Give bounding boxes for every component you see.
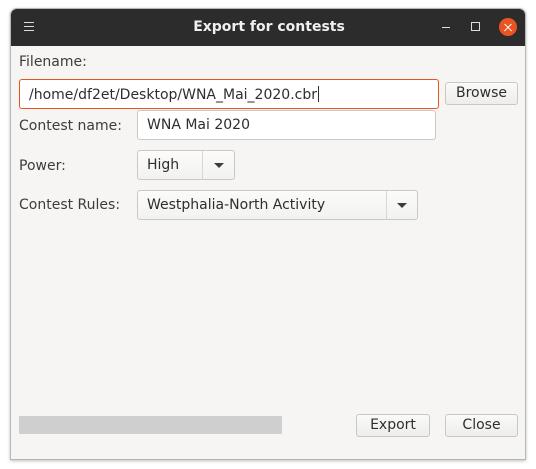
contest-rules-combo[interactable]: Westphalia-North Activity [137,190,418,220]
filename-label: Filename: [19,54,87,70]
chevron-down-icon [214,163,224,168]
close-icon[interactable] [499,18,517,36]
power-label: Power: [19,158,66,174]
maximize-icon[interactable] [471,22,480,31]
contest-rules-selected-value: Westphalia-North Activity [147,197,326,213]
text-cursor [317,86,319,102]
export-dialog-window: Export for contests Filename: /home/df2e… [10,8,526,460]
power-selected-value: High [147,157,180,173]
contest-rules-label: Contest Rules: [19,197,121,213]
power-combo[interactable]: High [137,150,235,180]
browse-button[interactable]: Browse [445,82,518,105]
export-progress-bar [19,416,282,434]
filename-input[interactable]: /home/df2et/Desktop/WNA_Mai_2020.cbr [19,79,439,109]
contest-name-value: WNA Mai 2020 [147,117,250,133]
close-button[interactable]: Close [445,414,518,437]
contest-name-label: Contest name: [19,118,122,134]
export-button[interactable]: Export [356,414,430,437]
minimize-icon[interactable] [442,27,450,28]
title-bar: Export for contests [11,9,525,46]
contest-name-input[interactable]: WNA Mai 2020 [137,110,436,140]
combo-separator [202,151,203,179]
filename-value: /home/df2et/Desktop/WNA_Mai_2020.cbr [29,87,317,103]
combo-separator [386,191,387,219]
chevron-down-icon [397,203,407,208]
